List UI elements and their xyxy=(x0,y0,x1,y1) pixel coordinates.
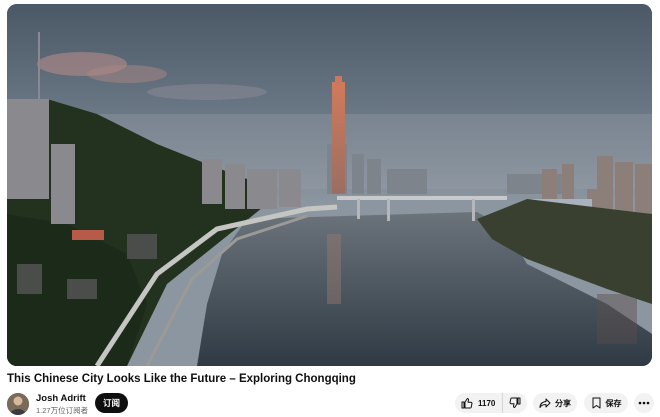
dislike-button[interactable] xyxy=(503,393,527,413)
city-river-aerial-image xyxy=(7,4,652,366)
more-actions-button[interactable] xyxy=(634,393,654,413)
share-arrow-icon xyxy=(539,397,551,409)
like-count: 1170 xyxy=(478,398,496,408)
share-label: 分享 xyxy=(555,398,571,408)
share-button[interactable]: 分享 xyxy=(533,393,577,413)
bookmark-icon xyxy=(591,397,602,409)
channel-name[interactable]: Josh Adrift xyxy=(36,393,86,404)
like-button[interactable]: 1170 xyxy=(455,393,504,413)
thumbs-down-icon xyxy=(509,397,521,409)
save-label: 保存 xyxy=(605,398,622,408)
more-horizontal-icon xyxy=(638,401,650,405)
channel-avatar[interactable] xyxy=(7,393,29,415)
video-title: This Chinese City Looks Like the Future … xyxy=(7,373,356,385)
like-dislike-group: 1170 xyxy=(455,393,527,413)
thumbs-up-icon xyxy=(461,397,473,409)
subscribe-button[interactable]: 订阅 xyxy=(95,393,128,413)
video-player[interactable] xyxy=(7,4,652,366)
avatar-photo xyxy=(7,393,29,415)
subscriber-count: 1.27万位订阅者 xyxy=(36,406,89,415)
save-button[interactable]: 保存 xyxy=(584,393,628,413)
